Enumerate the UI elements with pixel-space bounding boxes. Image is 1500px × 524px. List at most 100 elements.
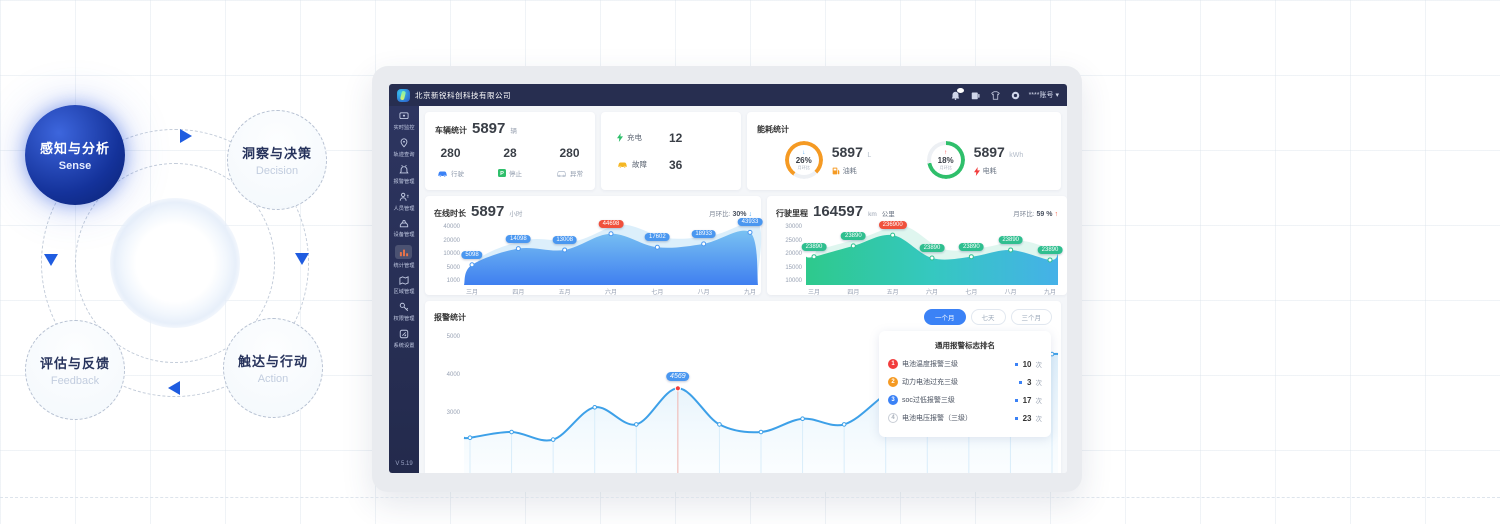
sidebar-item-region-management[interactable]: 区域管理 bbox=[393, 276, 415, 295]
notification-bell-icon[interactable] bbox=[951, 91, 960, 100]
rank-badge: 2 bbox=[888, 377, 898, 387]
main-content: 车辆统计 5897 辆 280 行驶 28 P bbox=[419, 106, 1067, 473]
sidebar-item-track-query[interactable]: 轨迹查询 bbox=[393, 138, 415, 158]
stat-stopped: 28 P 停止 bbox=[498, 146, 522, 178]
region-map-icon bbox=[399, 276, 409, 285]
y-axis-tick: 10000 bbox=[776, 278, 802, 284]
y-axis-tick: 4000 bbox=[434, 372, 460, 378]
vehicle-stats-card: 车辆统计 5897 辆 280 行驶 28 P bbox=[425, 112, 595, 190]
alarm-ranking-panel: 通用报警标志排名 1 电池温度报警三级 10 次 2 动力电池过充三级 3 次 bbox=[879, 331, 1051, 437]
energy-stats-card: 能耗统计 ↓ 26% 月环比 5897 L bbox=[747, 112, 1061, 190]
down-arrow-icon: ↓ bbox=[749, 211, 753, 218]
sidebar-item-permission-management[interactable]: 权限管理 bbox=[393, 302, 415, 322]
stat-abnormal: 280 异常 bbox=[556, 146, 583, 178]
x-axis-label: 八月 bbox=[691, 287, 717, 296]
account-label[interactable]: ****账号 bbox=[1029, 90, 1054, 100]
data-label-pill: 23890 bbox=[802, 243, 827, 251]
sidebar-item-alarm-management[interactable]: 报警管理 bbox=[393, 165, 415, 185]
node-decision: 洞察与决策 Decision bbox=[227, 110, 327, 210]
data-label-pill: 23890 bbox=[998, 236, 1023, 244]
car-abnormal-icon bbox=[556, 170, 567, 177]
lightning-red-icon bbox=[974, 167, 980, 176]
globe-icon[interactable] bbox=[1011, 91, 1020, 100]
y-axis-tick: 30000 bbox=[776, 224, 802, 230]
theme-icon[interactable] bbox=[991, 91, 1000, 100]
account-caret-icon[interactable]: ▾ bbox=[1055, 91, 1059, 99]
fuel-donut-ring: ↓ 26% 月环比 bbox=[785, 141, 823, 179]
person-icon bbox=[399, 192, 409, 202]
rank-badge: 3 bbox=[888, 395, 898, 405]
x-axis-label: 六月 bbox=[598, 287, 624, 296]
electric-gauge: ↑ 18% 月环比 5897 kWh 电耗 bbox=[927, 141, 1024, 179]
y-axis-tick: 10000 bbox=[434, 251, 460, 257]
key-icon bbox=[399, 302, 409, 312]
arrow-bottom-icon bbox=[168, 381, 180, 395]
x-axis-label: 四月 bbox=[505, 287, 531, 296]
x-axis-label: 三月 bbox=[801, 287, 827, 296]
stats-chart-icon bbox=[395, 245, 412, 259]
ranking-row: 3 soc过低报警三级 17 次 bbox=[888, 395, 1042, 405]
charge-fault-card: 充电 12 故障 36 bbox=[601, 112, 741, 190]
data-label-pill: 43933 bbox=[738, 218, 763, 226]
sidebar-item-system-settings[interactable]: 系统设置 bbox=[393, 329, 415, 349]
mileage-chart: 238902389023690023890238902389023890三月四月… bbox=[806, 221, 1058, 285]
app-logo bbox=[397, 89, 410, 102]
decorative-dashed-line bbox=[0, 497, 1500, 498]
node-subtitle: Action bbox=[258, 373, 289, 385]
y-axis-tick: 5000 bbox=[434, 334, 460, 340]
node-subtitle: Decision bbox=[256, 165, 298, 177]
data-label-pill: 5098 bbox=[461, 251, 482, 259]
car-fault-icon bbox=[617, 161, 628, 168]
mom-indicator: 月环比: 59 % ↑ bbox=[1013, 208, 1058, 218]
node-subtitle: Feedback bbox=[51, 375, 99, 387]
card-title: 车辆统计 bbox=[435, 125, 467, 136]
data-label-pill: 13008 bbox=[552, 236, 577, 244]
cycle-diagram: 感知与分析 Sense 洞察与决策 Decision 评估与反馈 Feedbac… bbox=[20, 95, 340, 425]
y-axis-tick: 15000 bbox=[776, 265, 802, 271]
node-feedback: 评估与反馈 Feedback bbox=[25, 320, 125, 420]
sidebar-item-realtime-monitor[interactable]: 实时监控 bbox=[393, 112, 415, 131]
data-label-pill: 23890 bbox=[959, 243, 984, 251]
bullet-icon bbox=[1015, 363, 1018, 366]
node-title: 洞察与决策 bbox=[242, 143, 312, 162]
bullet-icon bbox=[1015, 399, 1018, 402]
app-version: V 5.19 bbox=[395, 461, 412, 473]
monitor-frame: 北京新锐科创科技有限公司 ****账号 ▾ 实时监控 轨迹查询 报 bbox=[372, 66, 1082, 492]
top-navbar: 北京新锐科创科技有限公司 ****账号 ▾ bbox=[389, 84, 1067, 106]
tab-one-month[interactable]: 一个月 bbox=[924, 309, 966, 325]
data-label-pill: 14098 bbox=[506, 235, 531, 243]
data-label-pill: 23890 bbox=[841, 232, 866, 240]
tab-seven-days[interactable]: 七天 bbox=[971, 309, 1006, 325]
data-label-pill: 236900 bbox=[879, 221, 907, 229]
y-axis-tick: 1000 bbox=[434, 278, 460, 284]
data-label-pill: 17602 bbox=[645, 233, 670, 241]
stat-driving: 280 行驶 bbox=[437, 146, 464, 178]
sidebar-item-personnel-management[interactable]: 人员管理 bbox=[393, 192, 415, 212]
location-pin-icon bbox=[399, 138, 409, 148]
arrow-left-icon bbox=[44, 254, 58, 266]
node-action: 触达与行动 Action bbox=[223, 318, 323, 418]
charging-row: 充电 12 bbox=[617, 131, 725, 145]
node-sense: 感知与分析 Sense bbox=[25, 105, 125, 205]
tab-three-months[interactable]: 三个月 bbox=[1011, 309, 1053, 325]
company-name: 北京新锐科创科技有限公司 bbox=[415, 90, 511, 101]
bullet-icon bbox=[1015, 417, 1018, 420]
monitor-icon bbox=[399, 112, 409, 121]
sidebar-item-statistics-management[interactable]: 统计管理 bbox=[393, 245, 415, 269]
node-title: 触达与行动 bbox=[238, 351, 308, 370]
data-label-pill: 44698 bbox=[599, 220, 624, 228]
vehicle-total: 5897 bbox=[472, 120, 505, 137]
car-icon bbox=[437, 170, 448, 177]
range-tabs: 一个月 七天 三个月 bbox=[924, 309, 1052, 325]
y-axis-tick: 25000 bbox=[776, 238, 802, 244]
y-axis-tick: 3000 bbox=[434, 410, 460, 416]
data-label-pill: 23890 bbox=[920, 244, 945, 252]
center-glow-circle bbox=[110, 198, 240, 328]
message-icon[interactable] bbox=[971, 91, 980, 100]
sidebar-item-device-management[interactable]: 设备管理 bbox=[393, 219, 415, 238]
online-hours-value: 5897 bbox=[471, 203, 504, 220]
alarm-stats-card: 报警统计 一个月 七天 三个月 4569500040003000 通用报警标志排… bbox=[425, 301, 1061, 473]
data-label-pill: 23890 bbox=[1038, 246, 1063, 254]
rank-badge: 1 bbox=[888, 359, 898, 369]
arrow-right-icon bbox=[295, 253, 309, 265]
